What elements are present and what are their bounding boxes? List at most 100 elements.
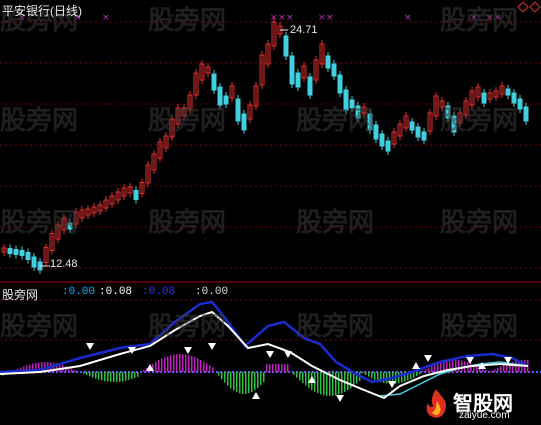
indicator-bar	[236, 372, 238, 393]
cross-marker: ×	[326, 13, 334, 23]
indicator-bar	[101, 372, 103, 381]
indicator-bar	[194, 357, 196, 372]
indicator-bar	[206, 363, 208, 372]
indicator-bar	[122, 372, 124, 382]
down-arrow-icon	[266, 351, 274, 358]
indicator-bar	[338, 372, 340, 395]
high-price-label: 24.71	[290, 24, 318, 36]
indicator-bar	[320, 372, 322, 395]
site-logo: 智股网 zaiyue.com	[419, 385, 537, 423]
indicator-bar	[104, 372, 106, 382]
indicator-bar	[185, 354, 187, 372]
indicator-bar	[197, 358, 199, 372]
indicator-bar	[425, 369, 427, 372]
cross-marker: ×	[486, 13, 494, 23]
down-arrow-icon	[86, 343, 94, 350]
indicator-bar	[500, 366, 502, 372]
candle-body	[283, 35, 289, 57]
indicator-bar	[497, 367, 499, 372]
indicator-bar	[296, 372, 298, 378]
indicator-bar	[95, 372, 97, 379]
indicator-bar	[440, 362, 442, 372]
indicator-bar	[398, 372, 400, 384]
indicator-bar	[272, 364, 274, 372]
indicator-bar	[191, 355, 193, 372]
candle-body	[349, 99, 355, 109]
indicator-bar	[347, 372, 349, 391]
candle-body	[355, 105, 361, 119]
indicator-bar	[308, 372, 310, 388]
candle-body	[217, 86, 223, 106]
indicator-bar	[416, 372, 418, 377]
candle-body	[307, 76, 313, 96]
candle-body	[31, 256, 37, 268]
indicator-bar	[302, 372, 304, 384]
logo-url: zaiyue.com	[459, 410, 510, 421]
indicator-bar	[113, 372, 115, 382]
candle-body	[67, 222, 73, 230]
indicator-bar	[164, 357, 166, 372]
candle-body	[367, 113, 373, 131]
candle-body	[511, 92, 517, 104]
indicator-bar	[287, 364, 289, 372]
indicator-bar	[317, 372, 319, 394]
indicator-bar	[470, 362, 472, 372]
indicator-bar	[260, 372, 262, 386]
indicator-bar	[365, 372, 367, 375]
indicator-bar	[305, 372, 307, 386]
indicator-value-4: :0.00	[195, 286, 229, 298]
indicator-bar	[200, 359, 202, 372]
candle-body	[415, 126, 421, 138]
indicator-bar	[209, 365, 211, 372]
up-arrow-icon	[412, 362, 420, 369]
candle-body	[19, 250, 25, 256]
indicator-bar	[161, 358, 163, 372]
indicator-bar	[266, 364, 268, 372]
indicator-value-1: :0.00	[62, 286, 96, 298]
cross-marker: ×	[494, 13, 502, 23]
flame-icon	[426, 389, 447, 418]
indicator-bar	[503, 364, 505, 372]
candle-body	[373, 124, 379, 140]
indicator-bar	[242, 372, 244, 394]
indicator-bar	[227, 372, 229, 386]
down-arrow-icon	[208, 343, 216, 350]
indicator-bar	[284, 364, 286, 372]
indicator-bar	[371, 372, 373, 379]
candle-body	[421, 131, 427, 141]
indicator-bar	[74, 369, 76, 372]
indicator-values: :0.00:0.08:0.08:0.00	[62, 286, 228, 298]
indicator-bar	[335, 372, 337, 396]
indicator-bar	[239, 372, 241, 394]
indicator-bar	[461, 360, 463, 372]
cross-marker: ×	[286, 13, 294, 23]
indicator-bar	[491, 370, 493, 372]
candle-body	[385, 140, 391, 152]
indicator-bar	[383, 372, 385, 383]
candle-body	[289, 55, 295, 85]
indicator-bar	[299, 372, 301, 381]
candlesticks	[1, 18, 529, 274]
candle-body	[331, 63, 337, 77]
indicator-bar	[281, 364, 283, 372]
indicator-bar	[167, 356, 169, 372]
indicator-bar	[131, 372, 133, 380]
indicator-bar	[419, 372, 421, 375]
indicator-bar	[86, 372, 88, 376]
indicator-title: 股旁网	[2, 288, 39, 302]
candle-body	[235, 98, 241, 122]
indicator-bar	[92, 372, 94, 378]
indicator-bar	[323, 372, 325, 396]
indicator-bar	[488, 371, 490, 372]
indicator-bar	[170, 355, 172, 372]
indicator-bar	[233, 372, 235, 391]
indicator-bar	[188, 355, 190, 372]
candle-body	[337, 74, 343, 94]
down-arrow-icon	[184, 347, 192, 354]
candle-body	[343, 89, 349, 111]
candle-body	[133, 190, 139, 200]
indicator-bar	[143, 369, 145, 372]
indicator-bar	[158, 360, 160, 372]
indicator-bar	[362, 372, 364, 374]
indicator-bar	[458, 360, 460, 372]
